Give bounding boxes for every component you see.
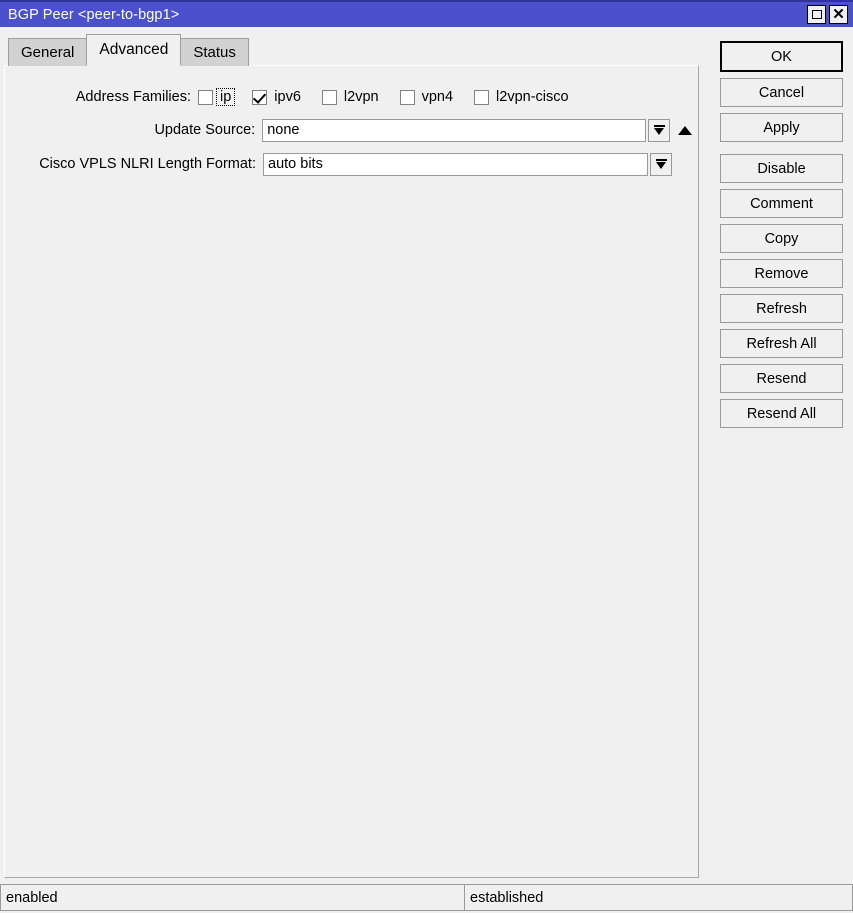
status-connection-cell: established bbox=[464, 884, 853, 911]
tab-general[interactable]: General bbox=[8, 38, 88, 66]
checkbox-ip[interactable]: ip bbox=[198, 88, 236, 106]
update-source-label: Update Source: bbox=[154, 122, 256, 138]
refresh-all-button[interactable]: Refresh All bbox=[720, 329, 843, 358]
checkbox-l2vpn-box[interactable] bbox=[321, 89, 337, 105]
cancel-button-label: Cancel bbox=[758, 84, 805, 101]
maximize-button[interactable] bbox=[807, 5, 826, 24]
update-source-value: none bbox=[267, 122, 300, 138]
update-source-row: Update Source: none bbox=[5, 118, 695, 142]
update-source-collapse-button[interactable] bbox=[675, 119, 695, 142]
status-bar: enabled established bbox=[0, 884, 853, 913]
checkbox-vpn4-label: vpn4 bbox=[421, 89, 454, 105]
resend-button-label: Resend bbox=[756, 370, 807, 387]
checkbox-ip-box[interactable] bbox=[198, 89, 213, 105]
tab-status[interactable]: Status bbox=[180, 38, 249, 66]
cisco-vpls-nlri-dropdown-button[interactable] bbox=[650, 152, 672, 176]
checkbox-ipv6-label: ipv6 bbox=[274, 89, 301, 105]
square-icon bbox=[811, 10, 822, 19]
status-connection-text: established bbox=[470, 889, 544, 906]
advanced-tab-panel: Address Families: ip ipv6 l2vpn vpn4 l2v… bbox=[4, 65, 699, 878]
checkbox-vpn4[interactable]: vpn4 bbox=[399, 89, 456, 105]
comment-button-label: Comment bbox=[750, 195, 813, 212]
close-icon: ✕ bbox=[832, 6, 845, 23]
apply-button-label: Apply bbox=[763, 119, 800, 136]
window-titlebar: BGP Peer <peer-to-bgp1> ✕ bbox=[0, 0, 853, 27]
checkbox-ipv6[interactable]: ipv6 bbox=[252, 89, 304, 105]
resend-button[interactable]: Resend bbox=[720, 364, 843, 393]
status-enabled-cell: enabled bbox=[0, 884, 464, 911]
chevron-up-icon bbox=[678, 125, 692, 135]
tab-status-label: Status bbox=[193, 44, 236, 61]
window-title: BGP Peer <peer-to-bgp1> bbox=[8, 6, 180, 23]
checkbox-l2vpn[interactable]: l2vpn bbox=[321, 89, 382, 105]
cisco-vpls-nlri-value: auto bits bbox=[268, 156, 323, 172]
address-families-row: Address Families: ip ipv6 l2vpn vpn4 l2v… bbox=[5, 86, 685, 108]
comment-button[interactable]: Comment bbox=[720, 189, 843, 218]
dialog-button-column: OK Cancel Apply Disable Comment Copy Rem… bbox=[720, 41, 843, 434]
update-source-dropdown-button[interactable] bbox=[648, 118, 670, 142]
remove-button[interactable]: Remove bbox=[720, 259, 843, 288]
checkbox-l2vpn-label: l2vpn bbox=[343, 89, 379, 105]
checkbox-l2vpn-cisco-label: l2vpn-cisco bbox=[496, 89, 569, 105]
tab-bar: General Advanced Status bbox=[0, 27, 700, 66]
refresh-button-label: Refresh bbox=[756, 300, 807, 317]
cancel-button[interactable]: Cancel bbox=[720, 78, 843, 107]
address-families-checkbox-group: ip ipv6 l2vpn vpn4 l2vpn-cisco bbox=[198, 88, 590, 106]
disable-button-label: Disable bbox=[757, 160, 806, 177]
address-families-label: Address Families: bbox=[75, 89, 191, 105]
remove-button-label: Remove bbox=[754, 265, 809, 282]
copy-button-label: Copy bbox=[764, 230, 799, 247]
cisco-vpls-nlri-row: Cisco VPLS NLRI Length Format: auto bits bbox=[5, 152, 695, 176]
cisco-vpls-nlri-input[interactable]: auto bits bbox=[263, 152, 648, 176]
refresh-button[interactable]: Refresh bbox=[720, 294, 843, 323]
tab-general-label: General bbox=[21, 44, 75, 61]
checkbox-ip-label: ip bbox=[215, 88, 236, 106]
resend-all-button[interactable]: Resend All bbox=[720, 399, 843, 428]
ok-button-label: OK bbox=[771, 48, 792, 65]
apply-button[interactable]: Apply bbox=[720, 113, 843, 142]
checkbox-l2vpn-cisco-box[interactable] bbox=[474, 89, 490, 105]
status-enabled-text: enabled bbox=[6, 889, 58, 906]
copy-button[interactable]: Copy bbox=[720, 224, 843, 253]
tab-advanced-label: Advanced bbox=[99, 41, 169, 58]
disable-button[interactable]: Disable bbox=[720, 154, 843, 183]
close-button[interactable]: ✕ bbox=[829, 5, 848, 24]
chevron-down-icon bbox=[653, 125, 665, 135]
window-controls: ✕ bbox=[807, 5, 853, 24]
checkbox-ipv6-box[interactable] bbox=[252, 89, 268, 105]
chevron-down-icon bbox=[655, 159, 667, 169]
resend-all-button-label: Resend All bbox=[746, 405, 817, 422]
update-source-input[interactable]: none bbox=[262, 118, 646, 142]
cisco-vpls-nlri-label: Cisco VPLS NLRI Length Format: bbox=[39, 156, 256, 172]
checkbox-l2vpn-cisco[interactable]: l2vpn-cisco bbox=[474, 89, 572, 105]
tab-advanced[interactable]: Advanced bbox=[86, 34, 182, 66]
checkbox-vpn4-box[interactable] bbox=[399, 89, 415, 105]
ok-button[interactable]: OK bbox=[720, 41, 843, 72]
refresh-all-button-label: Refresh All bbox=[746, 335, 817, 352]
